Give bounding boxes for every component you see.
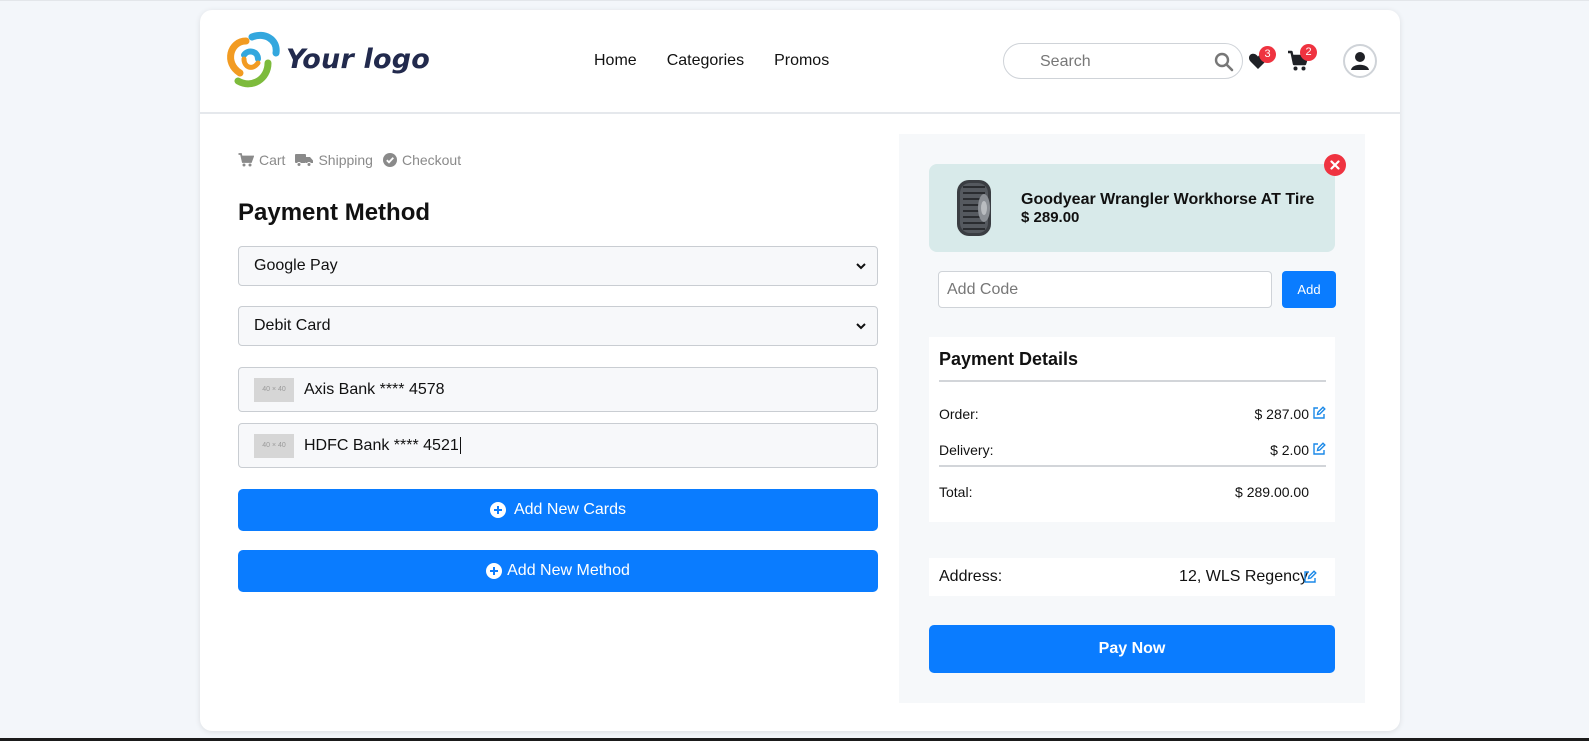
cart-button[interactable]: 2: [1287, 44, 1317, 76]
close-icon: [1330, 160, 1340, 170]
plus-circle-icon: [489, 502, 506, 518]
checkout-card: Your logo Home Categories Promos 3: [200, 10, 1400, 731]
tire-image: [957, 180, 991, 236]
nav-promos[interactable]: Promos: [774, 52, 829, 70]
address-value: 12, WLS Regency: [1179, 568, 1308, 585]
delivery-value: $ 2.00: [1270, 442, 1309, 458]
user-icon: [1351, 52, 1369, 70]
search-icon[interactable]: [1214, 52, 1234, 72]
top-divider: [0, 0, 1589, 1]
user-avatar-button[interactable]: [1343, 44, 1377, 78]
wishlist-count-badge: 3: [1259, 46, 1276, 63]
cart-count-badge: 2: [1300, 44, 1317, 61]
logo-mark-icon: [227, 31, 280, 88]
site-header: Your logo Home Categories Promos 3: [200, 10, 1400, 114]
payment-method-value: Google Pay: [254, 257, 338, 274]
breadcrumb-step-label: Shipping: [318, 152, 373, 168]
delivery-label: Delivery:: [939, 442, 994, 458]
nav-home[interactable]: Home: [594, 52, 637, 70]
plus-circle-icon: [486, 563, 503, 579]
edit-icon[interactable]: [1303, 570, 1317, 584]
payment-details: Payment Details Order: $ 287.00 Delivery…: [929, 337, 1335, 522]
saved-card-axis[interactable]: 40 × 40 Axis Bank **** 4578: [238, 367, 878, 412]
breadcrumb-step-cart[interactable]: Cart: [238, 152, 285, 168]
card-logo-placeholder: 40 × 40: [254, 377, 294, 402]
add-new-cards-label: Add New Cards: [513, 501, 627, 518]
search-box: [1003, 43, 1243, 79]
saved-card-hdfc[interactable]: 40 × 40 HDFC Bank **** 4521: [238, 423, 878, 468]
nav-categories[interactable]: Categories: [667, 52, 744, 70]
promo-code-input[interactable]: [947, 280, 1247, 300]
wishlist-button[interactable]: 3: [1248, 46, 1276, 77]
breadcrumb-step-label: Cart: [259, 152, 286, 168]
main-nav: Home Categories Promos: [594, 52, 829, 70]
truck-icon: [295, 154, 314, 167]
divider: [939, 380, 1326, 382]
add-new-method-label: Add New Method: [507, 562, 630, 579]
product-price: $ 289.00: [1021, 209, 1080, 226]
breadcrumb-step-label: Checkout: [401, 152, 462, 168]
page-title: Payment Method: [238, 199, 431, 226]
payment-method-select[interactable]: Google Pay: [238, 246, 878, 286]
order-value: $ 287.00: [1254, 406, 1310, 422]
search-input[interactable]: [1040, 51, 1200, 73]
chevron-down-icon: [856, 323, 866, 330]
breadcrumb: Cart Shipping Checkout: [238, 152, 461, 168]
address-row: Address: 12, WLS Regency: [929, 558, 1335, 596]
breadcrumb-step-checkout[interactable]: Checkout: [382, 152, 462, 168]
order-summary-panel: Goodyear Wrangler Workhorse AT Tire $ 28…: [899, 134, 1365, 703]
add-new-cards-button[interactable]: Add New Cards: [238, 489, 878, 531]
add-new-method-button[interactable]: Add New Method: [238, 550, 878, 592]
text-cursor: [459, 436, 461, 454]
pay-now-button[interactable]: Pay Now: [929, 625, 1335, 673]
remove-product-button[interactable]: [1324, 154, 1346, 176]
chevron-down-icon: [856, 263, 866, 270]
logo-text: Your logo: [286, 43, 431, 75]
divider: [939, 465, 1326, 467]
payment-details-title: Payment Details: [939, 349, 1079, 369]
logo[interactable]: Your logo: [222, 29, 430, 89]
cart-icon: [238, 153, 254, 167]
card-type-value: Debit Card: [254, 317, 331, 334]
order-label: Order:: [939, 406, 979, 422]
promo-code-box: [938, 271, 1272, 308]
edit-icon[interactable]: [1312, 442, 1326, 456]
card-type-select[interactable]: Debit Card: [238, 306, 878, 346]
breadcrumb-step-shipping[interactable]: Shipping: [295, 152, 373, 168]
saved-card-label: Axis Bank **** 4578: [304, 380, 445, 398]
add-code-button[interactable]: Add: [1282, 271, 1336, 308]
address-label: Address:: [939, 568, 1003, 585]
total-value: $ 289.00.00: [1235, 484, 1309, 500]
total-label: Total:: [939, 484, 973, 500]
card-logo-placeholder: 40 × 40: [254, 433, 294, 458]
cart-product-card: Goodyear Wrangler Workhorse AT Tire $ 28…: [929, 164, 1335, 252]
check-circle-icon: [382, 153, 397, 167]
saved-card-label-text: HDFC Bank **** 4521: [304, 436, 459, 454]
saved-card-label: HDFC Bank **** 4521: [304, 437, 461, 455]
edit-icon[interactable]: [1312, 406, 1326, 420]
product-name: Goodyear Wrangler Workhorse AT Tire: [1021, 191, 1315, 208]
